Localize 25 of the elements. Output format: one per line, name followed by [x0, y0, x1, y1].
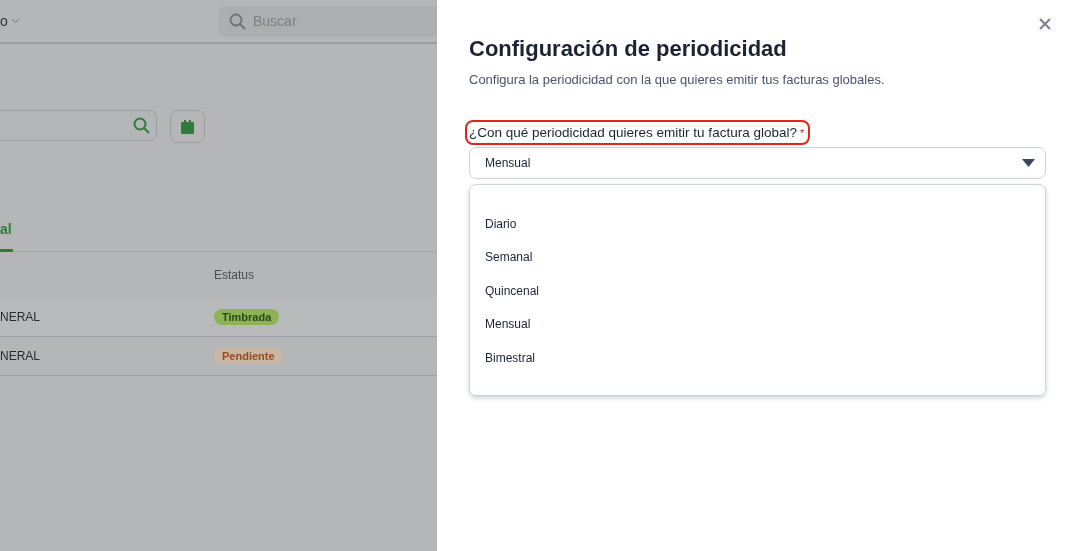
caret-icon — [1022, 159, 1035, 167]
dropdown-option[interactable]: Bimestral — [470, 341, 1045, 375]
required-mark: * — [799, 127, 805, 139]
field-label: ¿Con qué periodicidad quieres emitir tu factura global? * — [465, 120, 811, 145]
period-select[interactable]: Mensual — [469, 147, 1046, 179]
table-cell-text: NERAL — [0, 310, 41, 324]
filter-field[interactable] — [0, 110, 157, 141]
calendar-icon — [181, 119, 194, 134]
search-icon — [229, 12, 246, 30]
close-icon — [1038, 17, 1052, 31]
panel-subtitle: Configura la periodicidad con la que quieres emitir tus facturas globales. — [469, 72, 886, 87]
dropdown-option[interactable]: Semanal — [470, 240, 1045, 274]
search-icon — [133, 117, 150, 134]
calendar-button[interactable] — [170, 110, 205, 143]
menu-label[interactable]: o — [0, 13, 20, 29]
status-badge: Pendiente — [214, 348, 283, 364]
column-header: Estatus — [214, 268, 255, 282]
panel-title: Configuración de periodicidad — [469, 36, 788, 62]
dropdown-option[interactable]: Quincenal — [470, 274, 1045, 308]
table-cell-text: NERAL — [0, 349, 41, 363]
select-value: Mensual — [485, 156, 531, 170]
chevron-down-icon — [10, 18, 20, 24]
status-badge: Timbrada — [214, 309, 280, 325]
dropdown-option[interactable]: Diario — [470, 207, 1045, 241]
dropdown-option[interactable]: Mensual — [470, 307, 1045, 341]
